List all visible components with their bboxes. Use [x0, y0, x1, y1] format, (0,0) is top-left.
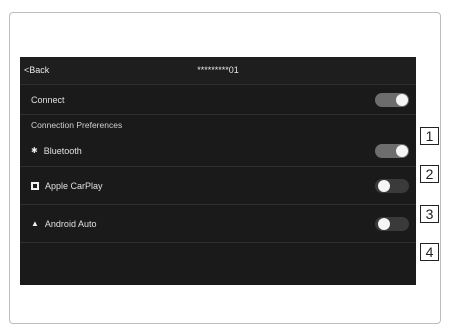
- toggle-knob: [378, 218, 390, 230]
- android-auto-label: Android Auto: [44, 219, 97, 229]
- android-auto-label-group: ▲ Android Auto: [31, 219, 96, 229]
- top-bar: <Back *********01: [20, 57, 416, 85]
- android-auto-icon: ▲: [31, 219, 39, 228]
- apple-carplay-label: Apple CarPlay: [45, 181, 103, 191]
- bluetooth-icon: ✱: [31, 146, 38, 155]
- device-name-title: *********01: [197, 65, 239, 75]
- carplay-icon: [31, 182, 39, 190]
- connect-label: Connect: [31, 95, 65, 105]
- callout-4: 4: [420, 243, 439, 261]
- toggle-knob: [378, 180, 390, 192]
- callout-1: 1: [420, 127, 439, 145]
- apple-carplay-label-group: Apple CarPlay: [31, 181, 103, 191]
- bluetooth-row[interactable]: ✱ Bluetooth: [20, 135, 416, 167]
- toggle-knob: [396, 145, 408, 157]
- android-auto-row[interactable]: ▲ Android Auto: [20, 205, 416, 243]
- toggle-knob: [396, 94, 408, 106]
- settings-screen: <Back *********01 Connect Connection Pre…: [20, 57, 416, 285]
- bluetooth-label-group: ✱ Bluetooth: [31, 146, 82, 156]
- apple-carplay-toggle[interactable]: [375, 179, 409, 193]
- bluetooth-label: Bluetooth: [43, 146, 82, 156]
- apple-carplay-row[interactable]: Apple CarPlay: [20, 167, 416, 205]
- section-header-row: Connection Preferences: [20, 115, 416, 135]
- connection-preferences-header: Connection Preferences: [31, 120, 123, 130]
- connect-toggle[interactable]: [375, 93, 409, 107]
- callout-2: 2: [420, 165, 439, 183]
- connect-row[interactable]: Connect: [20, 85, 416, 115]
- callout-3: 3: [420, 205, 439, 223]
- android-auto-toggle[interactable]: [375, 217, 409, 231]
- bluetooth-toggle[interactable]: [375, 144, 409, 158]
